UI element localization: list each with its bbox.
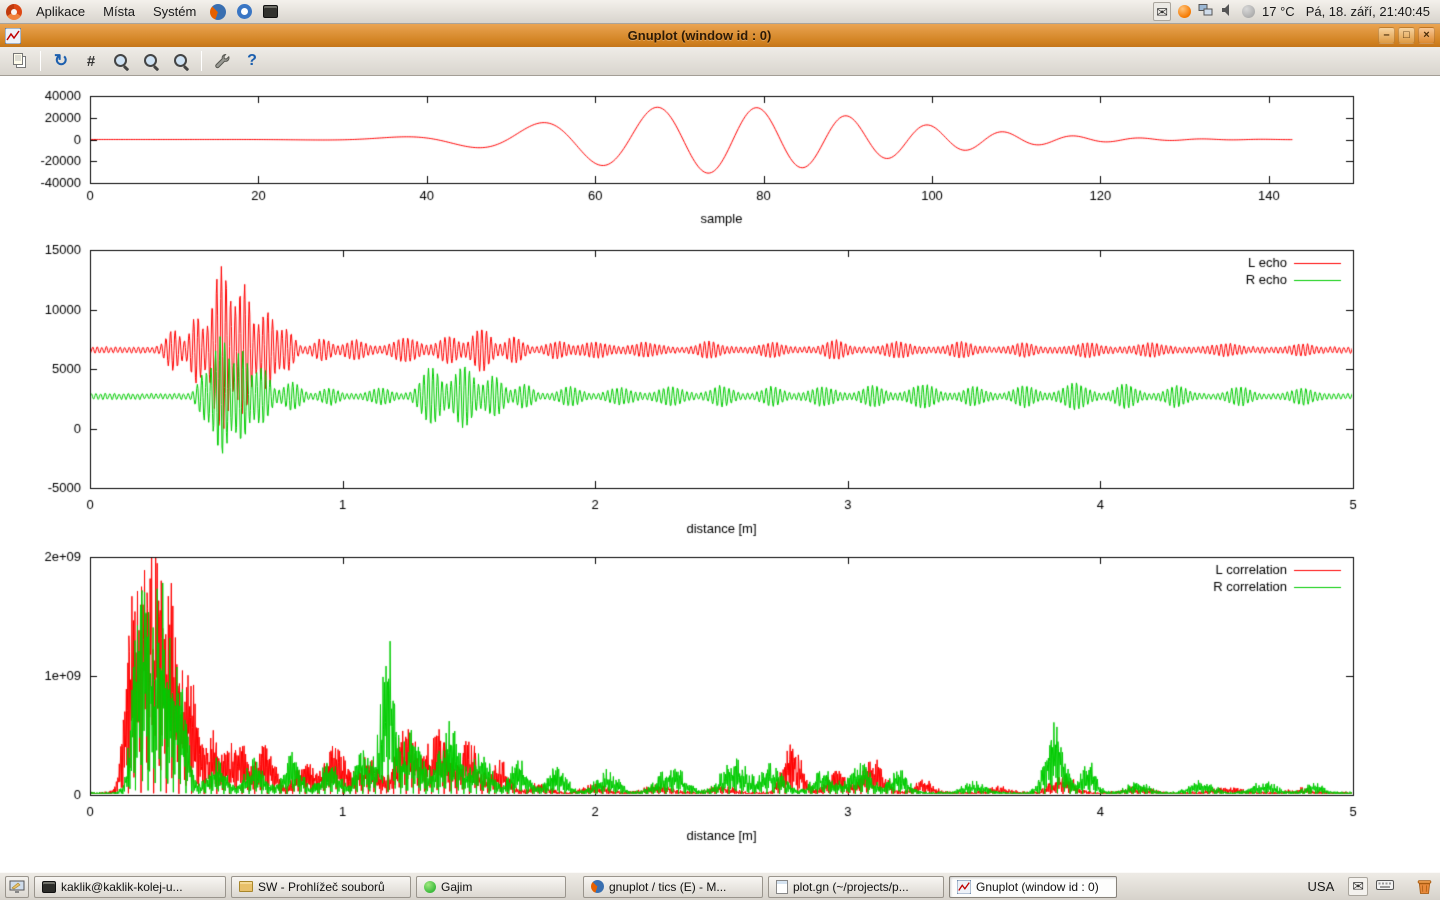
temperature-label[interactable]: 17 °C [1262, 4, 1295, 19]
copy-to-clipboard-button[interactable] [10, 51, 30, 71]
magnifier-next-icon [172, 52, 190, 70]
replot-button[interactable]: ↻ [51, 51, 71, 71]
gnome-top-panel: Aplikace Místa Systém ✉ 17 °C Pá, 18. zá… [0, 0, 1440, 24]
next-zoom-button[interactable] [171, 51, 191, 71]
gnuplot-window-titlebar[interactable]: Gnuplot (window id : 0) – □ × [0, 24, 1440, 47]
task-gnuplot[interactable]: Gnuplot (window id : 0) [949, 876, 1117, 898]
task-label: Gnuplot (window id : 0) [976, 880, 1099, 894]
mail-notification[interactable]: ✉ [1153, 2, 1171, 21]
help-button[interactable]: ? [242, 51, 262, 71]
help-icon [237, 4, 252, 19]
mail-icon: ✉ [1352, 878, 1364, 894]
task-file-browser[interactable]: SW - Prohlížeč souborů [231, 876, 411, 898]
task-label: gnuplot / tics (E) - M... [609, 880, 726, 894]
toggle-grid-button[interactable]: # [81, 51, 101, 71]
close-button[interactable]: × [1418, 27, 1435, 44]
maximize-button[interactable]: □ [1398, 27, 1415, 44]
system-tray: ✉ 17 °C Pá, 18. září, 21:40:45 [1153, 2, 1434, 21]
task-gajim[interactable]: Gajim [416, 876, 566, 898]
configure-button[interactable] [212, 51, 232, 71]
window-controls: – □ × [1378, 27, 1435, 44]
desktop: Aplikace Místa Systém ✉ 17 °C Pá, 18. zá… [0, 0, 1440, 900]
firefox-icon [591, 880, 604, 893]
gnuplot-toolbar: ↻ # ? [0, 47, 1440, 76]
toolbar-separator [40, 51, 41, 71]
magnifier-icon [112, 52, 130, 70]
weather-icon[interactable] [1242, 5, 1255, 18]
show-desktop-button[interactable] [5, 876, 29, 898]
gnuplot-canvas[interactable] [0, 76, 1440, 872]
trash-icon[interactable] [1416, 878, 1433, 895]
update-icon[interactable] [1178, 5, 1191, 18]
gnuplot-plot-area [0, 76, 1440, 872]
keyboard-icon[interactable] [1376, 878, 1394, 895]
minimize-button[interactable]: – [1378, 27, 1395, 44]
terminal-icon [42, 881, 56, 893]
ubuntu-menu-icon[interactable] [6, 4, 22, 20]
task-terminal[interactable]: kaklik@kaklik-kolej-u... [34, 876, 226, 898]
menu-system[interactable]: Systém [145, 2, 204, 21]
window-title: Gnuplot (window id : 0) [21, 28, 1378, 43]
menu-places[interactable]: Místa [95, 2, 143, 21]
toolbar-separator [201, 51, 202, 71]
volume-icon[interactable] [1221, 3, 1235, 20]
gnuplot-icon [957, 880, 971, 894]
file-manager-icon [239, 881, 253, 892]
menu-applications[interactable]: Aplikace [28, 2, 93, 21]
task-firefox[interactable]: gnuplot / tics (E) - M... [583, 876, 763, 898]
firefox-launcher-icon[interactable] [209, 3, 227, 21]
task-label: Gajim [441, 880, 472, 894]
mail-icon: ✉ [1156, 5, 1168, 19]
taskbar-tray: USA ✉ [1302, 877, 1435, 896]
clock-applet[interactable]: Pá, 18. září, 21:40:45 [1302, 4, 1434, 19]
firefox-icon [210, 4, 226, 20]
magnifier-prev-icon [142, 52, 160, 70]
previous-zoom-button[interactable] [141, 51, 161, 71]
help-launcher-icon[interactable] [235, 3, 253, 21]
task-label: plot.gn (~/projects/p... [793, 880, 909, 894]
text-editor-icon [776, 880, 788, 894]
task-label: kaklik@kaklik-kolej-u... [61, 880, 183, 894]
task-editor[interactable]: plot.gn (~/projects/p... [768, 876, 944, 898]
keyboard-layout-indicator[interactable]: USA [1302, 878, 1341, 895]
terminal-icon [263, 5, 278, 18]
gnuplot-window-icon[interactable] [5, 28, 21, 44]
network-icon[interactable] [1198, 3, 1214, 20]
task-label: SW - Prohlížeč souborů [258, 880, 385, 894]
taskbar: kaklik@kaklik-kolej-u... SW - Prohlížeč … [0, 872, 1440, 900]
terminal-launcher-icon[interactable] [261, 3, 279, 21]
zoom-button[interactable] [111, 51, 131, 71]
mail-tray[interactable]: ✉ [1348, 877, 1368, 896]
gajim-icon [424, 881, 436, 893]
